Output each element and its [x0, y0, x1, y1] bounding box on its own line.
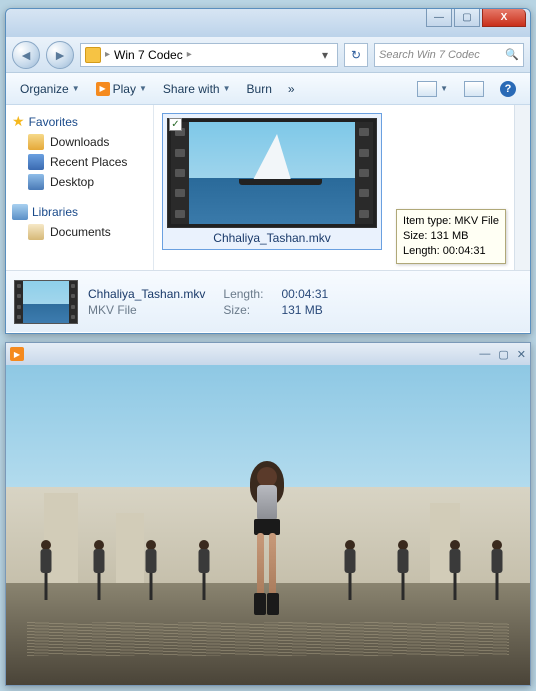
sidebar-item-documents[interactable]: Documents — [6, 222, 153, 242]
forward-button[interactable]: ► — [46, 41, 74, 69]
favorites-header[interactable]: ★ Favorites — [6, 111, 153, 132]
content-pane[interactable]: ✓ Chhaliya_Tashan.mkv Item type: MKV Fil… — [154, 105, 514, 270]
view-button[interactable]: ▼ — [411, 79, 454, 99]
explorer-window: — ▢ X ◄ ► ▸ Win 7 Codec ▸ ▾ ↻ Search Win… — [5, 8, 531, 334]
back-button[interactable]: ◄ — [12, 41, 40, 69]
file-name[interactable]: Chhaliya_Tashan.mkv — [167, 228, 377, 245]
nav-row: ◄ ► ▸ Win 7 Codec ▸ ▾ ↻ Search Win 7 Cod… — [6, 37, 530, 73]
command-bar: Organize▼ ▶ Play▼ Share with▼ Burn » ▼ ? — [6, 73, 530, 105]
search-input[interactable]: Search Win 7 Codec 🔍 — [374, 43, 524, 67]
play-icon: ▶ — [96, 82, 110, 96]
desktop-icon — [28, 174, 44, 190]
libraries-header[interactable]: Libraries — [6, 202, 153, 222]
chevron-right-icon: ▸ — [105, 49, 110, 60]
star-icon: ★ — [12, 113, 25, 130]
selection-checkbox[interactable]: ✓ — [169, 118, 182, 131]
details-length: 00:04:31 — [281, 287, 328, 301]
search-placeholder: Search Win 7 Codec — [379, 49, 480, 61]
refresh-button[interactable]: ↻ — [344, 43, 368, 67]
folder-icon — [85, 47, 101, 63]
file-thumbnail[interactable]: ✓ Chhaliya_Tashan.mkv — [162, 113, 382, 250]
search-icon: 🔍 — [505, 48, 519, 61]
close-button[interactable]: X — [482, 9, 526, 27]
sidebar-item-desktop[interactable]: Desktop — [6, 172, 153, 192]
chevron-down-icon: ▼ — [223, 84, 231, 93]
details-size-label: Size: — [223, 303, 263, 317]
chevron-down-icon: ▼ — [139, 84, 147, 93]
chevron-right-icon: ▸ — [187, 49, 192, 60]
preview-pane-button[interactable] — [458, 79, 490, 99]
video-thumbnail-icon — [167, 118, 377, 228]
burn-button[interactable]: Burn — [241, 80, 278, 98]
details-thumbnail-icon — [14, 280, 78, 324]
media-player-window: ▶ — ▢ ✕ — [5, 342, 531, 686]
share-with-button[interactable]: Share with▼ — [157, 80, 237, 98]
play-button[interactable]: ▶ Play▼ — [90, 80, 153, 98]
help-button[interactable]: ? — [494, 79, 522, 99]
chevron-down-icon: ▼ — [72, 84, 80, 93]
organize-button[interactable]: Organize▼ — [14, 80, 86, 98]
breadcrumb[interactable]: ▸ Win 7 Codec ▸ ▾ — [80, 43, 338, 67]
recent-places-icon — [28, 154, 44, 170]
maximize-button[interactable]: ▢ — [454, 9, 480, 27]
details-pane: Chhaliya_Tashan.mkv Length: 00:04:31 MKV… — [6, 270, 530, 332]
details-filetype: MKV File — [88, 303, 205, 317]
player-minimize-button[interactable]: — — [479, 348, 490, 361]
vertical-scrollbar[interactable] — [514, 105, 530, 270]
minimize-button[interactable]: — — [426, 9, 452, 27]
breadcrumb-dropdown[interactable]: ▾ — [317, 48, 333, 62]
libraries-icon — [12, 204, 28, 220]
sidebar-item-recent-places[interactable]: Recent Places — [6, 152, 153, 172]
view-icon — [417, 81, 437, 97]
player-maximize-button[interactable]: ▢ — [498, 348, 508, 361]
player-titlebar[interactable]: ▶ — ▢ ✕ — [6, 343, 530, 365]
player-close-button[interactable]: ✕ — [517, 348, 526, 361]
titlebar[interactable]: — ▢ X — [6, 9, 530, 37]
main-dancer — [247, 467, 287, 627]
file-tooltip: Item type: MKV File Size: 131 MB Length:… — [396, 209, 506, 264]
details-length-label: Length: — [223, 287, 263, 301]
nav-pane: ★ Favorites Downloads Recent Places Desk… — [6, 105, 154, 270]
downloads-icon — [28, 134, 44, 150]
help-icon: ? — [500, 81, 516, 97]
details-filename: Chhaliya_Tashan.mkv — [88, 287, 205, 301]
preview-pane-icon — [464, 81, 484, 97]
details-size: 131 MB — [281, 303, 328, 317]
documents-icon — [28, 224, 44, 240]
video-area[interactable] — [6, 365, 530, 685]
sidebar-item-downloads[interactable]: Downloads — [6, 132, 153, 152]
breadcrumb-folder[interactable]: Win 7 Codec — [114, 48, 183, 62]
toolbar-overflow[interactable]: » — [282, 80, 301, 98]
wmp-icon: ▶ — [10, 347, 24, 361]
